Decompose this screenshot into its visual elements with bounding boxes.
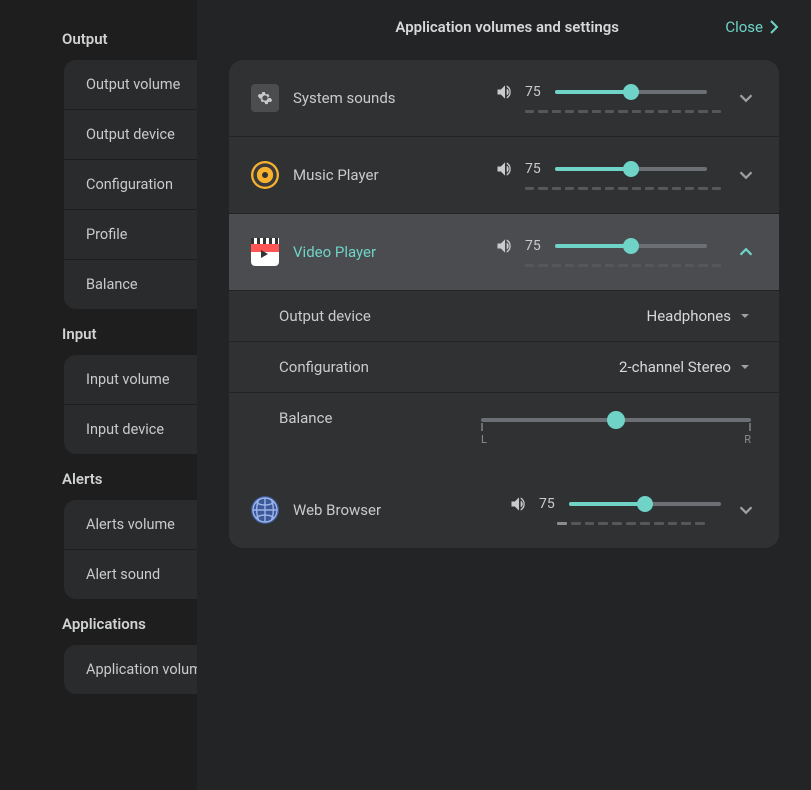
detail-label: Configuration: [279, 358, 369, 376]
volume-value: 75: [539, 496, 559, 512]
volume-slider[interactable]: [555, 162, 707, 176]
app-row-system-sounds: System sounds 75: [229, 60, 779, 137]
chevron-right-icon: [769, 20, 779, 34]
sidebar-section-title: Applications: [0, 615, 197, 645]
chevron-down-icon[interactable]: [735, 164, 757, 186]
sidebar-items: Input volume Input device: [64, 355, 197, 454]
gear-icon: [251, 84, 279, 112]
volume-slider[interactable]: [555, 85, 707, 99]
page-title: Application volumes and settings: [289, 18, 725, 36]
speaker-icon[interactable]: [495, 236, 515, 256]
app-row-web-browser: Web Browser 75: [229, 472, 779, 548]
sidebar-item-application-volumes[interactable]: Application volumes: [64, 645, 197, 694]
slider-thumb[interactable]: [607, 411, 625, 429]
detail-output-device: Output device Headphones: [229, 291, 779, 342]
speaker-icon[interactable]: [509, 494, 529, 514]
caret-down-icon: [739, 310, 751, 322]
volume-control: 75: [509, 494, 721, 526]
sidebar-section-title: Alerts: [0, 470, 197, 500]
level-meter: [525, 108, 721, 114]
music-icon: [251, 161, 279, 189]
chevron-down-icon[interactable]: [735, 87, 757, 109]
sidebar-section-title: Input: [0, 325, 197, 355]
sidebar-item-profile[interactable]: Profile: [64, 210, 197, 260]
level-meter: [525, 262, 721, 268]
slider-thumb[interactable]: [623, 238, 639, 254]
slider-thumb[interactable]: [623, 161, 639, 177]
main-header: Application volumes and settings Close: [229, 0, 779, 60]
volume-control: 75: [495, 236, 721, 268]
speaker-icon[interactable]: [495, 82, 515, 102]
close-button[interactable]: Close: [725, 18, 779, 36]
volume-control: 75: [495, 82, 721, 114]
app-name: Video Player: [293, 243, 493, 261]
close-button-label: Close: [725, 18, 763, 36]
sidebar-item-configuration[interactable]: Configuration: [64, 160, 197, 210]
app-detail-video-player: Output device Headphones Configuration 2…: [229, 291, 779, 472]
sidebar: Output Output volume Output device Confi…: [0, 0, 197, 790]
volume-slider[interactable]: [569, 497, 721, 511]
volume-slider[interactable]: [555, 239, 707, 253]
detail-label: Balance: [279, 409, 332, 427]
detail-label: Output device: [279, 307, 371, 325]
app-name: Web Browser: [293, 501, 493, 519]
balance-slider[interactable]: [481, 409, 751, 431]
slider-thumb[interactable]: [637, 496, 653, 512]
app-name: Music Player: [293, 166, 493, 184]
volume-value: 75: [525, 84, 545, 100]
speaker-icon[interactable]: [495, 159, 515, 179]
configuration-select[interactable]: 2-channel Stereo: [619, 358, 751, 376]
select-value: 2-channel Stereo: [619, 358, 731, 376]
sidebar-items: Output volume Output device Configuratio…: [64, 60, 197, 309]
sidebar-items: Alerts volume Alert sound: [64, 500, 197, 599]
sidebar-item-input-volume[interactable]: Input volume: [64, 355, 197, 405]
sidebar-item-balance[interactable]: Balance: [64, 260, 197, 309]
sidebar-section-alerts: Alerts Alerts volume Alert sound: [0, 470, 197, 599]
caret-down-icon: [739, 361, 751, 373]
sidebar-section-title: Output: [0, 30, 197, 60]
balance-label-right: R: [744, 433, 751, 446]
globe-icon: [251, 496, 279, 524]
chevron-up-icon[interactable]: [735, 241, 757, 263]
sidebar-section-applications: Applications Application volumes: [0, 615, 197, 694]
volume-value: 75: [525, 161, 545, 177]
detail-balance: Balance L R: [229, 393, 779, 472]
volume-value: 75: [525, 238, 545, 254]
sidebar-item-output-device[interactable]: Output device: [64, 110, 197, 160]
sidebar-item-input-device[interactable]: Input device: [64, 405, 197, 454]
sidebar-item-output-volume[interactable]: Output volume: [64, 60, 197, 110]
output-device-select[interactable]: Headphones: [647, 307, 752, 325]
sidebar-item-alert-sound[interactable]: Alert sound: [64, 550, 197, 599]
app-name: System sounds: [293, 89, 493, 107]
app-row-music-player: Music Player 75: [229, 137, 779, 214]
main-panel: Application volumes and settings Close S…: [197, 0, 811, 790]
chevron-down-icon[interactable]: [735, 499, 757, 521]
select-value: Headphones: [647, 307, 732, 325]
balance-label-left: L: [481, 433, 487, 446]
level-meter: [557, 520, 705, 526]
volume-control: 75: [495, 159, 721, 191]
video-icon: [251, 238, 279, 266]
sidebar-section-output: Output Output volume Output device Confi…: [0, 30, 197, 309]
app-volume-panel: System sounds 75 Musi: [229, 60, 779, 548]
sidebar-items: Application volumes: [64, 645, 197, 694]
app-row-video-player: Video Player 75: [229, 214, 779, 291]
sidebar-section-input: Input Input volume Input device: [0, 325, 197, 454]
slider-thumb[interactable]: [623, 84, 639, 100]
level-meter: [525, 185, 721, 191]
sidebar-item-alerts-volume[interactable]: Alerts volume: [64, 500, 197, 550]
detail-configuration: Configuration 2-channel Stereo: [229, 342, 779, 393]
